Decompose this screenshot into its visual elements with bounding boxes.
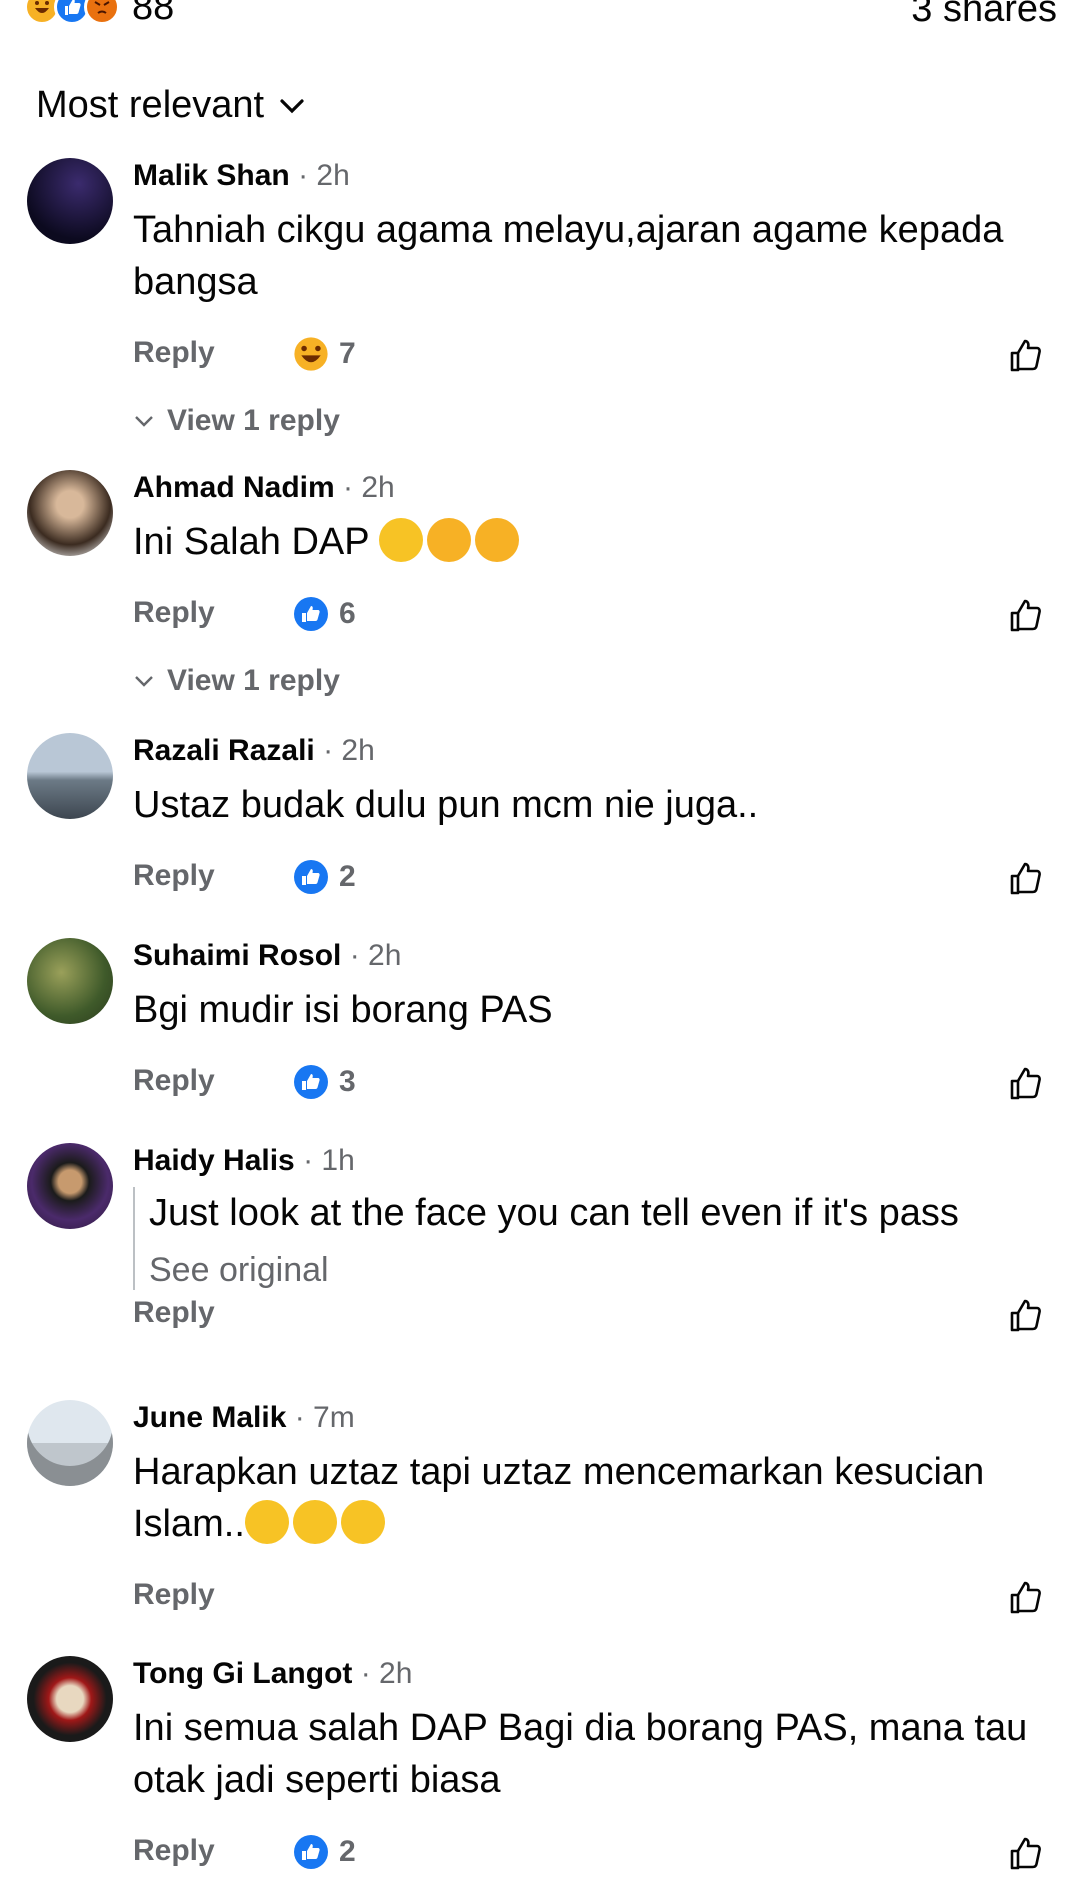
pleading-emoji-icon	[292, 1500, 337, 1544]
commenter-name[interactable]: Haidy Halis	[133, 1144, 295, 1177]
avatar[interactable]	[27, 938, 113, 1024]
view-replies-button[interactable]: View 1 reply	[133, 404, 1050, 438]
sort-label: Most relevant	[36, 84, 265, 126]
avatar[interactable]	[27, 470, 113, 556]
comment-time: · 2h	[360, 1657, 413, 1690]
thumbs-up-icon[interactable]	[1006, 336, 1046, 376]
shares-count[interactable]: 3 shares	[911, 0, 1057, 28]
rofl-emoji-icon	[475, 518, 520, 562]
translated-comment: Just look at the face you can tell even …	[133, 1187, 1050, 1290]
thumbs-up-icon[interactable]	[1006, 1578, 1046, 1618]
commenter-name[interactable]: Razali Razali	[133, 734, 315, 767]
like-icon	[294, 860, 328, 894]
reaction-summary[interactable]: 88	[24, 0, 174, 26]
angry-icon	[84, 0, 120, 25]
chevron-down-icon	[135, 676, 153, 687]
reaction-count[interactable]: 3	[293, 1064, 356, 1100]
comment-time: · 1h	[303, 1144, 355, 1177]
comment-text: Bgi mudir isi borang PAS	[133, 989, 553, 1031]
comment-text: Ini semua salah DAP Bagi dia borang PAS,…	[133, 1707, 1028, 1801]
thumbs-up-icon[interactable]	[1006, 1064, 1046, 1104]
comment-sort-dropdown[interactable]: Most relevant	[36, 84, 308, 127]
comment-time: · 2h	[323, 734, 375, 767]
pleading-emoji-icon	[244, 1500, 289, 1544]
commenter-name[interactable]: Tong Gi Langot	[133, 1657, 352, 1690]
reaction-count: 88	[132, 0, 175, 28]
comment-text: Harapkan uztaz tapi uztaz mencemarkan ke…	[133, 1451, 985, 1545]
comment-time: · 2h	[349, 939, 402, 972]
reply-button[interactable]: Reply	[133, 1064, 215, 1098]
like-icon	[294, 1835, 328, 1869]
reply-button[interactable]: Reply	[133, 596, 215, 630]
comment-text: Just look at the face you can tell even …	[149, 1192, 959, 1234]
comment-text: Ini Salah DAP	[133, 516, 1050, 568]
avatar[interactable]	[27, 1656, 113, 1742]
thumbs-up-icon[interactable]	[1006, 1834, 1046, 1874]
rofl-emoji-icon	[427, 518, 472, 562]
chevron-down-icon	[280, 98, 304, 113]
commenter-name[interactable]: June Malik	[133, 1401, 286, 1434]
pleading-emoji-icon	[340, 1500, 385, 1544]
see-original-link[interactable]: See original	[149, 1251, 1050, 1290]
comment-time: · 2h	[343, 471, 395, 504]
avatar[interactable]	[27, 733, 113, 819]
comment-text: Tahniah cikgu agama melayu,ajaran agame …	[133, 209, 1004, 303]
reaction-count[interactable]: 7	[293, 336, 356, 372]
reply-button[interactable]: Reply	[133, 859, 215, 893]
grin-emoji-icon	[379, 518, 424, 562]
reaction-count[interactable]: 6	[293, 596, 356, 632]
reaction-count[interactable]: 2	[293, 1834, 356, 1870]
avatar[interactable]	[27, 1143, 113, 1229]
view-replies-button[interactable]: View 1 reply	[133, 664, 1050, 698]
commenter-name[interactable]: Malik Shan	[133, 159, 290, 192]
comment-time: · 2h	[298, 159, 350, 192]
thumbs-up-icon[interactable]	[1006, 596, 1046, 636]
reaction-count[interactable]: 2	[293, 859, 356, 895]
comment-time: · 7m	[294, 1401, 355, 1434]
thumbs-up-icon[interactable]	[1006, 1296, 1046, 1336]
like-icon	[294, 1065, 328, 1099]
commenter-name[interactable]: Ahmad Nadim	[133, 471, 335, 504]
reply-button[interactable]: Reply	[133, 336, 215, 370]
commenter-name[interactable]: Suhaimi Rosol	[133, 939, 341, 972]
reply-button[interactable]: Reply	[133, 1578, 215, 1612]
reply-button[interactable]: Reply	[133, 1296, 215, 1330]
post-stats-bar: 88 3 shares	[0, 0, 1080, 40]
chevron-down-icon	[135, 416, 153, 427]
haha-icon	[294, 337, 328, 371]
avatar[interactable]	[27, 1400, 113, 1486]
like-icon	[294, 597, 328, 631]
reply-button[interactable]: Reply	[133, 1834, 215, 1868]
comment-text: Ustaz budak dulu pun mcm nie juga..	[133, 784, 759, 826]
avatar[interactable]	[27, 158, 113, 244]
thumbs-up-icon[interactable]	[1006, 859, 1046, 899]
